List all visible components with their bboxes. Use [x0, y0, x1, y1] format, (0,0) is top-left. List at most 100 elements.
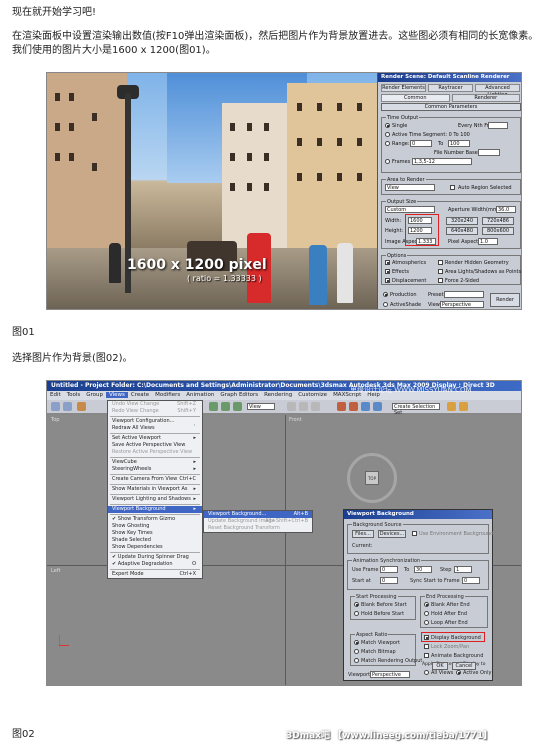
all-views-radio[interactable] — [424, 670, 429, 675]
blank-after-radio[interactable] — [424, 602, 429, 607]
menu-tools[interactable]: Tools — [64, 392, 84, 398]
align-icon[interactable] — [349, 402, 358, 411]
menu-edit[interactable]: Edit — [47, 392, 64, 398]
tab-raytracer[interactable]: Raytracer — [428, 84, 473, 92]
preset-320x240-button[interactable]: 320x240 — [446, 217, 478, 225]
views-menu-item[interactable]: Show Materials in Viewport As ▸ — [108, 486, 202, 493]
menu-graph-editors[interactable]: Graph Editors — [217, 392, 261, 398]
viewport-select[interactable]: Perspective — [370, 671, 410, 678]
loop-after-radio[interactable] — [424, 620, 429, 625]
atmospherics-checkbox[interactable] — [385, 260, 390, 265]
views-menu-item[interactable]: Viewport Configuration... — [108, 418, 202, 425]
views-menu-item[interactable]: ✔ Update During Spinner Drag — [108, 554, 202, 561]
active-only-radio[interactable] — [456, 670, 461, 675]
output-size-select[interactable]: Custom — [385, 206, 435, 213]
views-menu-item[interactable]: Expert Mode Ctrl+X — [108, 571, 202, 578]
render-icon[interactable] — [459, 402, 468, 411]
use-environment-checkbox[interactable] — [412, 531, 417, 536]
frames-radio[interactable] — [385, 159, 390, 164]
link-icon[interactable] — [77, 402, 86, 411]
animate-background-checkbox[interactable] — [424, 653, 429, 658]
views-menu-item[interactable]: Show Key Times — [108, 530, 202, 537]
curve-editor-icon[interactable] — [361, 402, 370, 411]
production-radio[interactable] — [383, 292, 388, 297]
mirror-icon[interactable] — [337, 402, 346, 411]
preset-720x486-button[interactable]: 720x486 — [482, 217, 514, 225]
tab-advanced-lighting[interactable]: Advanced Lighting — [475, 84, 520, 98]
views-menu-item[interactable]: Shade Selected — [108, 537, 202, 544]
frames-input[interactable]: 1,3,5-12 — [412, 158, 472, 165]
menu-modifiers[interactable]: Modifiers — [152, 392, 183, 398]
common-parameters-rollout[interactable]: Common Parameters — [381, 103, 521, 111]
submenu-item[interactable]: Update Background Image Alt+Shift+Ctrl+B — [204, 518, 312, 525]
file-number-base-input[interactable] — [478, 149, 500, 156]
use-frame-input[interactable]: 0 — [380, 566, 398, 573]
pixel-aspect-input[interactable]: 1.0 — [478, 238, 498, 245]
views-menu-item[interactable]: Restore Active Perspective View — [108, 449, 202, 456]
views-menu-item[interactable]: Redraw All Views ` — [108, 425, 202, 432]
views-menu-item[interactable]: ViewCube ▸ — [108, 459, 202, 466]
render-setup-icon[interactable] — [447, 402, 456, 411]
hold-before-radio[interactable] — [354, 611, 359, 616]
tab-renderer[interactable]: Renderer — [451, 94, 520, 102]
effects-checkbox[interactable] — [385, 269, 390, 274]
render-button[interactable]: Render — [490, 293, 520, 307]
selection-set-select[interactable]: Create Selection Set — [392, 403, 440, 416]
angle-snap-icon[interactable] — [299, 402, 308, 411]
rotate-icon[interactable] — [233, 402, 242, 411]
preset-select[interactable] — [444, 291, 484, 298]
menu-animation[interactable]: Animation — [183, 392, 217, 398]
views-menu-item[interactable]: Show Ghosting — [108, 523, 202, 530]
menu-group[interactable]: Group — [83, 392, 106, 398]
files-button[interactable]: Files... — [352, 530, 374, 538]
auto-region-checkbox[interactable] — [450, 185, 455, 190]
tab-render-elements[interactable]: Render Elements — [381, 84, 426, 92]
force-2sided-checkbox[interactable] — [438, 278, 443, 283]
menu-create[interactable]: Create — [128, 392, 152, 398]
step-input[interactable]: 1 — [454, 566, 472, 573]
displacement-checkbox[interactable] — [385, 278, 390, 283]
range-to-input[interactable]: 100 — [448, 140, 470, 147]
views-menu-item[interactable]: Create Camera From View Ctrl+C — [108, 476, 202, 483]
reference-coord-select[interactable]: View — [247, 403, 275, 410]
undo-icon[interactable] — [51, 402, 60, 411]
range-radio[interactable] — [385, 141, 390, 146]
views-menu-item[interactable]: ✔ Adaptive Degradation O — [108, 561, 202, 568]
render-hidden-checkbox[interactable] — [438, 260, 443, 265]
area-lights-checkbox[interactable] — [438, 269, 443, 274]
views-menu-item[interactable]: Show Dependencies — [108, 544, 202, 551]
devices-button[interactable]: Devices... — [378, 530, 406, 538]
views-menu-item[interactable]: Viewport Background ▸ — [108, 506, 202, 513]
to-input[interactable]: 30 — [414, 566, 432, 573]
views-menu-item[interactable]: SteeringWheels ▸ — [108, 466, 202, 473]
viewcube-top-label[interactable]: TOP — [365, 471, 379, 485]
range-from-input[interactable]: 0 — [410, 140, 432, 147]
views-menu-item[interactable]: Viewport Lighting and Shadows ▸ — [108, 496, 202, 503]
views-menu-item[interactable]: Redo View Change Shift+Y — [108, 408, 202, 415]
every-nth-input[interactable] — [488, 122, 508, 129]
lock-zoom-checkbox[interactable] — [424, 644, 429, 649]
submenu-item[interactable]: Viewport Background... Alt+B — [204, 511, 312, 518]
area-render-select[interactable]: View — [385, 184, 435, 191]
menu-views[interactable]: Views — [105, 392, 128, 398]
move-icon[interactable] — [221, 402, 230, 411]
snap-icon[interactable] — [287, 402, 296, 411]
match-viewport-radio[interactable] — [354, 640, 359, 645]
views-menu-item[interactable]: ✔ Show Transform Gizmo — [108, 516, 202, 523]
ok-button[interactable]: OK — [432, 662, 448, 670]
views-menu-item[interactable]: Save Active Perspective View — [108, 442, 202, 449]
start-at-input[interactable]: 0 — [380, 577, 398, 584]
sync-start-input[interactable]: 0 — [462, 577, 480, 584]
activeshade-radio[interactable] — [383, 302, 388, 307]
cancel-button[interactable]: Cancel — [452, 662, 476, 670]
menu-rendering[interactable]: Rendering — [261, 392, 295, 398]
submenu-item[interactable]: Reset Background Transform — [204, 525, 312, 532]
active-segment-radio[interactable] — [385, 132, 390, 137]
material-editor-icon[interactable] — [373, 402, 382, 411]
tab-common[interactable]: Common — [381, 94, 450, 102]
views-menu-item[interactable]: Set Active Viewport ▸ — [108, 435, 202, 442]
match-render-radio[interactable] — [354, 658, 359, 663]
percent-snap-icon[interactable] — [311, 402, 320, 411]
single-radio[interactable] — [385, 123, 390, 128]
hold-after-radio[interactable] — [424, 611, 429, 616]
